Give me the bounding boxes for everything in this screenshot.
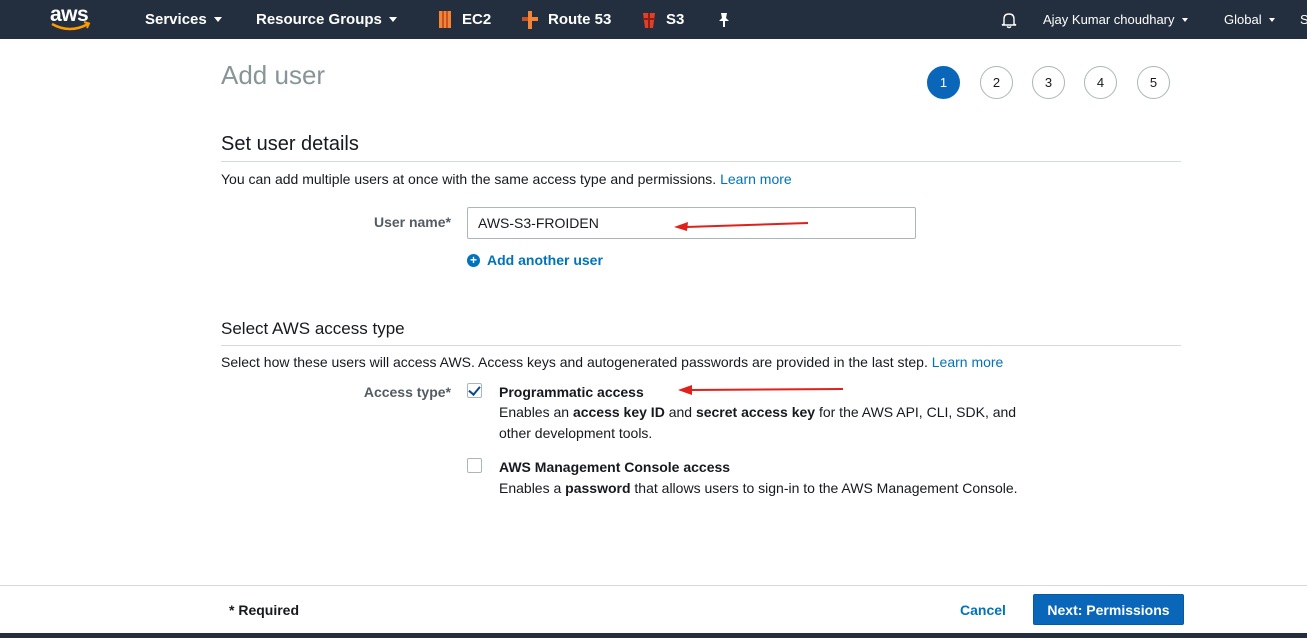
support-menu[interactable]: S [1300, 0, 1307, 39]
route53-shortcut[interactable]: Route 53 [521, 0, 611, 39]
desc-bold: secret access key [695, 404, 816, 420]
footer-divider [0, 585, 1307, 586]
route53-icon [522, 10, 538, 29]
programmatic-access-title: Programmatic access [499, 384, 644, 400]
add-another-user-link[interactable]: + Add another user [467, 252, 603, 268]
plus-circle-icon: + [467, 253, 480, 267]
chevron-down-icon [213, 17, 222, 22]
account-name: Ajay Kumar choudhary [1043, 12, 1175, 27]
user-details-description: You can add multiple users at once with … [221, 171, 792, 187]
pin-shortcuts-button[interactable] [717, 0, 731, 39]
required-note: * Required [229, 602, 300, 618]
user-details-description-text: You can add multiple users at once with … [221, 171, 717, 187]
step-2[interactable]: 2 [980, 66, 1013, 99]
desc-text: Enables an [499, 404, 573, 420]
region-label: Global [1224, 12, 1262, 27]
step-3[interactable]: 3 [1032, 66, 1065, 99]
pin-icon [719, 12, 729, 27]
divider [221, 161, 1181, 162]
learn-more-link[interactable]: Learn more [720, 171, 792, 187]
top-navigation-bar: aws Services Resource Groups EC2 Route 5… [0, 0, 1307, 39]
programmatic-access-description: Enables an access key ID and secret acce… [499, 402, 1039, 444]
divider [221, 345, 1181, 346]
step-4[interactable]: 4 [1084, 66, 1117, 99]
bottom-bar [0, 633, 1307, 638]
ec2-shortcut[interactable]: EC2 [437, 0, 491, 39]
next-permissions-button[interactable]: Next: Permissions [1033, 594, 1184, 625]
page-title: Add user [221, 60, 326, 90]
resource-groups-label: Resource Groups [256, 11, 382, 28]
ec2-label: EC2 [462, 11, 492, 28]
services-menu[interactable]: Services [145, 0, 222, 39]
desc-bold: access key ID [572, 404, 665, 420]
desc-text: and [664, 404, 696, 420]
step-1[interactable]: 1 [927, 66, 960, 99]
learn-more-link[interactable]: Learn more [932, 354, 1004, 370]
s3-shortcut[interactable]: S3 [641, 0, 684, 39]
chevron-down-icon [1181, 17, 1188, 22]
access-type-heading: Select AWS access type [221, 319, 405, 338]
desc-text: Enables a [499, 480, 566, 496]
annotation-arrow [678, 385, 844, 395]
chevron-down-icon [388, 17, 397, 22]
ec2-icon [439, 11, 451, 28]
user-details-heading: Set user details [221, 133, 359, 155]
console-access-checkbox[interactable] [467, 458, 482, 473]
s3-bucket-icon [643, 12, 655, 28]
account-menu[interactable]: Ajay Kumar choudhary [1043, 0, 1188, 39]
access-type-description-text: Select how these users will access AWS. … [221, 354, 928, 370]
annotation-arrow [674, 222, 809, 231]
programmatic-access-checkbox[interactable] [467, 383, 482, 398]
user-name-label: User name* [373, 214, 451, 230]
resource-groups-menu[interactable]: Resource Groups [256, 0, 397, 39]
aws-logo[interactable]: aws [48, 4, 94, 34]
console-access-description: Enables a password that allows users to … [499, 478, 1039, 499]
console-access-title: AWS Management Console access [499, 459, 731, 475]
step-5[interactable]: 5 [1137, 66, 1170, 99]
access-type-label: Access type* [363, 384, 451, 400]
desc-bold: password [565, 480, 631, 496]
notifications-button[interactable] [1000, 0, 1018, 39]
checkmark-icon [468, 383, 481, 396]
bell-icon [1001, 12, 1017, 28]
support-label: S [1300, 12, 1307, 27]
region-menu[interactable]: Global [1224, 0, 1275, 39]
desc-text: that allows users to sign-in to the AWS … [630, 480, 1018, 496]
route53-label: Route 53 [548, 11, 612, 28]
s3-label: S3 [666, 11, 685, 28]
chevron-down-icon [1268, 17, 1275, 22]
add-another-user-label: Add another user [487, 252, 603, 268]
aws-smile-icon [51, 21, 91, 31]
cancel-button[interactable]: Cancel [960, 602, 1006, 618]
access-type-description: Select how these users will access AWS. … [221, 354, 1003, 370]
services-label: Services [145, 11, 207, 28]
